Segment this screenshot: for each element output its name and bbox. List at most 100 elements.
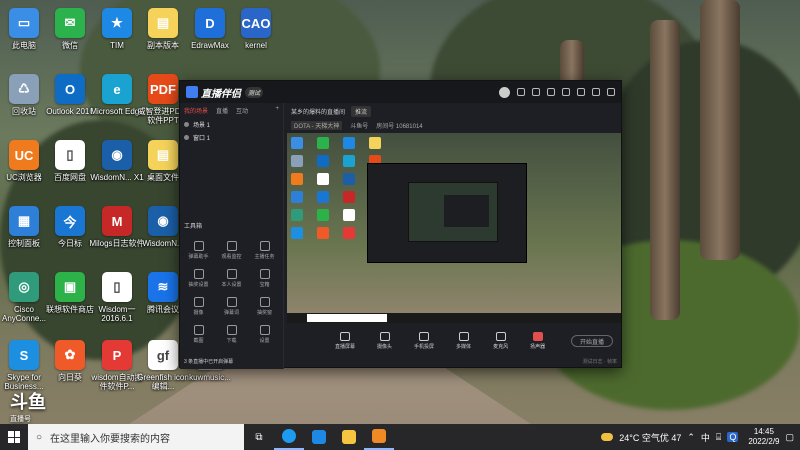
tool-label: 下载	[226, 338, 237, 344]
notification-icon[interactable]: ▢	[785, 432, 794, 443]
tool-item[interactable]: 本人设置	[215, 269, 248, 288]
desktop-icon[interactable]: O Outlook 2016	[46, 74, 94, 116]
app-icon: ✉	[55, 8, 85, 38]
tool-item[interactable]: 摄像	[182, 297, 215, 316]
window-titlebar[interactable]: 直播伴侣 测试	[180, 81, 621, 103]
close-icon[interactable]	[607, 88, 615, 96]
tab-live[interactable]: 直播	[216, 106, 228, 115]
douyu-id: 斗鱼号	[350, 124, 369, 130]
desktop-icon-label: kernel	[245, 41, 267, 50]
toolbox-title: 工具箱	[184, 224, 203, 230]
ime-indicator[interactable]: 中	[701, 431, 710, 444]
app-icon: ▤	[148, 8, 178, 38]
room-number: 房间号 10681014	[376, 124, 423, 130]
tool-label: 抽奖窗	[256, 310, 272, 316]
app-title: 直播伴侣	[201, 88, 241, 100]
tool-item[interactable]: 主播任务	[248, 241, 281, 260]
scene-item[interactable]: 窗口 1	[180, 131, 283, 144]
clock[interactable]: 14:45 2022/2/9	[748, 427, 779, 447]
live-companion-window[interactable]: 直播伴侣 测试 我的场景 直播 互动 + 场景 1 窗口 1 工具箱 弹幕助手 观…	[179, 80, 622, 369]
tool-label: 截图	[193, 338, 204, 344]
desktop-icon[interactable]: ◎ Cisco AnyConne...	[0, 272, 48, 323]
taskbar-app-tim[interactable]	[304, 424, 334, 450]
desktop-icon[interactable]: ▣ 联想软件商店	[46, 272, 94, 314]
user-avatar[interactable]	[499, 86, 510, 98]
taskbar-app-live[interactable]	[364, 424, 394, 450]
stream-preview[interactable]	[287, 133, 621, 323]
tool-icon	[226, 241, 237, 251]
tool-item[interactable]: 抽奖设置	[182, 269, 215, 288]
taskbar-app-explorer[interactable]	[334, 424, 364, 450]
start-live-button[interactable]: 开始直播	[571, 335, 613, 347]
minimize-icon[interactable]	[577, 88, 585, 96]
room-title: 某乡的爆料的直播间	[291, 110, 346, 116]
desktop-icon[interactable]: ✉ 微信	[46, 8, 94, 50]
source-button[interactable]: 麦克风	[493, 332, 508, 350]
tool-item[interactable]: 宝箱	[248, 269, 281, 288]
search-icon: ○	[36, 431, 43, 443]
windows-icon	[8, 431, 20, 443]
app-tray-icon[interactable]: Q	[727, 432, 739, 442]
app-icon: P	[102, 340, 132, 370]
maximize-icon[interactable]	[592, 88, 600, 96]
tool-item[interactable]: 弹幕词	[215, 297, 248, 316]
tool-icon	[226, 325, 237, 335]
stream-tag[interactable]: 推流	[351, 106, 372, 117]
message-icon[interactable]	[517, 88, 525, 96]
category-chip[interactable]: DOTA - 天梯大神	[291, 121, 343, 130]
tool-icon	[226, 297, 237, 307]
start-button[interactable]	[0, 424, 28, 450]
app-icon: S	[9, 340, 39, 370]
source-icon	[340, 332, 350, 341]
tool-item[interactable]: 下载	[215, 325, 248, 344]
source-button[interactable]: 多媒体	[456, 332, 471, 350]
source-icon	[379, 332, 390, 341]
tool-label: 抽奖设置	[188, 282, 209, 288]
tool-item[interactable]: 观看监控	[215, 241, 248, 260]
weather-text[interactable]: 24°C 空气优 47	[619, 431, 681, 444]
desktop-icon[interactable]: S Skype for Business...	[0, 340, 48, 391]
source-icon	[532, 332, 543, 341]
tab-scenes[interactable]: 我的场景	[184, 106, 208, 115]
desktop-icon[interactable]: ✿ 向日葵	[46, 340, 94, 382]
eye-icon[interactable]	[184, 135, 189, 140]
app-icon: ◎	[9, 272, 39, 302]
app-logo: 直播伴侣 测试	[186, 85, 264, 100]
eye-icon[interactable]	[184, 122, 189, 127]
tool-icon	[193, 297, 204, 307]
tool-item[interactable]: 抽奖窗	[248, 297, 281, 316]
source-button[interactable]: 直播屏幕	[335, 332, 355, 350]
app-icon: ✿	[55, 340, 85, 370]
tool-icon	[259, 241, 270, 251]
app-icon: ◉	[148, 206, 178, 236]
desktop-icon[interactable]: 今今日标	[46, 206, 94, 248]
taskbar-search[interactable]: ○ 在这里输入你要搜索的内容	[28, 424, 244, 450]
chevron-up-icon[interactable]: ⌃	[687, 432, 695, 443]
source-button[interactable]: 摄像头	[377, 332, 392, 350]
desktop-icon[interactable]: ▯ Wisdom一 2016.6.1	[93, 272, 141, 323]
add-scene-button[interactable]: +	[275, 106, 279, 115]
source-button[interactable]: 扬声器	[530, 332, 545, 350]
tab-interact[interactable]: 互动	[236, 106, 248, 115]
menu-icon[interactable]	[562, 88, 570, 96]
gift-icon[interactable]	[532, 88, 540, 96]
desktop-icon[interactable]: CAO kernel	[232, 8, 280, 50]
app-icon: ▭	[9, 8, 39, 38]
app-icon: D	[195, 8, 225, 38]
taskbar-app-browser[interactable]	[274, 424, 304, 450]
tool-item[interactable]: 截图	[182, 325, 215, 344]
version-badge: 测试	[245, 86, 264, 98]
task-view-button[interactable]: ⧉	[244, 424, 274, 450]
tool-item[interactable]: 弹幕助手	[182, 241, 215, 260]
app-icon: gf	[148, 340, 178, 370]
scene-item[interactable]: 场景 1	[180, 118, 283, 131]
tool-item[interactable]: 设置	[248, 325, 281, 344]
shirt-icon[interactable]	[547, 88, 555, 96]
desktop-icon[interactable]: ▯ 百度网盘	[46, 140, 94, 182]
source-icon	[419, 332, 430, 341]
tool-label: 观看监控	[221, 254, 242, 260]
network-icon[interactable]: ⌸	[716, 432, 721, 443]
desktop-icon[interactable]: ▤ 副本版本	[139, 8, 187, 50]
tool-label: 主播任务	[254, 254, 275, 260]
source-button[interactable]: 手机投屏	[414, 332, 434, 350]
